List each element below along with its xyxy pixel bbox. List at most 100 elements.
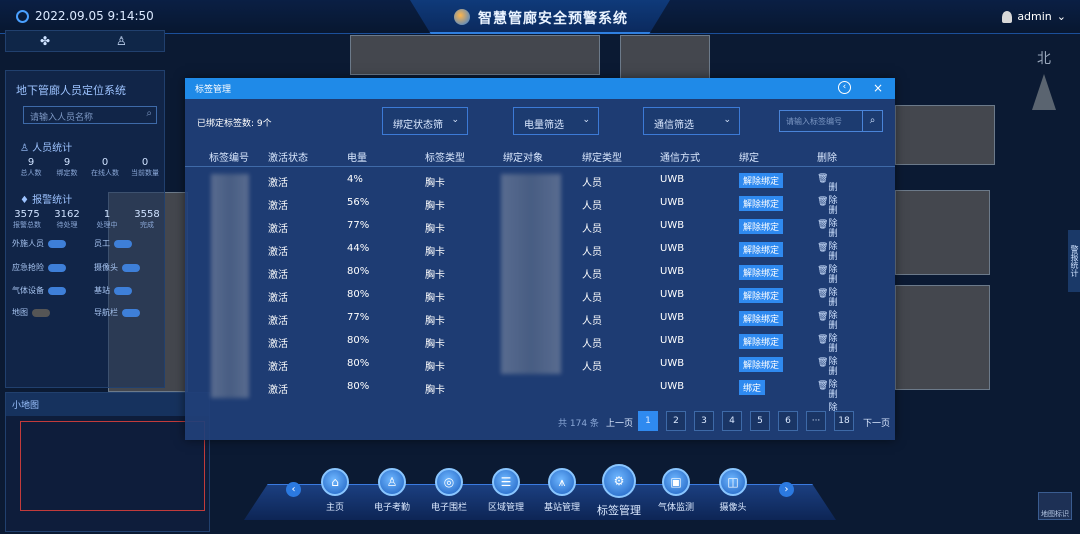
stat-current: 0 当前数量 xyxy=(131,157,159,177)
back-icon[interactable]: ‹ xyxy=(837,81,851,94)
table-row: 激活 4% 胸卡 人员 UWB 解除绑定 🗑 删除 xyxy=(268,173,838,206)
side-tab[interactable]: 警报统计 xyxy=(1068,230,1080,292)
toggle-switch[interactable] xyxy=(32,308,50,317)
dock-station[interactable]: ⩚ 基站管理 xyxy=(532,468,592,513)
comm-filter-select[interactable]: 通信筛选 ⌄ xyxy=(643,107,740,135)
dock-tag-management[interactable]: ⚙ 标签管理 xyxy=(589,464,649,518)
toggle-camera[interactable]: 摄像头 xyxy=(94,262,140,273)
next-page-button[interactable]: 下一页 xyxy=(863,416,890,429)
table-row: 激活 44% 胸卡 人员 UWB 解除绑定 🗑 删除 xyxy=(268,242,838,275)
toggle-switch[interactable] xyxy=(114,239,132,248)
dock-prev-icon[interactable]: ‹ xyxy=(286,482,301,497)
page-button[interactable]: 4 xyxy=(722,411,742,431)
user-menu[interactable]: admin ⌄ xyxy=(1002,10,1066,23)
unbind-button[interactable]: 解除绑定 xyxy=(739,173,784,188)
col-header-battery: 电量 xyxy=(347,153,367,164)
delete-button[interactable]: 🗑 删除 xyxy=(817,220,837,252)
unbind-button[interactable]: 解除绑定 xyxy=(739,288,784,303)
search-icon[interactable]: ⌕ xyxy=(862,111,882,131)
table-row: 激活 80% 胸卡 人员 UWB 解除绑定 🗑 删除 xyxy=(268,288,838,321)
delete-button[interactable]: 🗑 删除 xyxy=(817,358,837,390)
alarm-total: 3575 报警总数 xyxy=(13,209,41,229)
toggle-station[interactable]: 基站 xyxy=(94,285,132,296)
delete-button[interactable]: 🗑 删除 xyxy=(817,289,837,321)
prev-page-button[interactable]: 上一页 xyxy=(606,416,633,429)
unbind-button[interactable]: 解除绑定 xyxy=(739,311,784,326)
col-header-bind-type: 绑定类型 xyxy=(582,153,622,164)
delete-button[interactable]: 🗑 删除 xyxy=(817,174,837,206)
page-button[interactable]: 1 xyxy=(638,411,658,431)
toggle-staff[interactable]: 员工 xyxy=(94,238,132,249)
attendance-icon: ♙ xyxy=(378,468,406,496)
minimap-title: 小地图 xyxy=(6,393,209,416)
page-button[interactable]: 3 xyxy=(694,411,714,431)
fan-icon[interactable]: ✤ xyxy=(40,34,50,48)
unbind-button[interactable]: 解除绑定 xyxy=(739,219,784,234)
personnel-section-title: ♙ 人员统计 xyxy=(20,143,73,154)
chevron-down-icon: ⌄ xyxy=(582,115,590,125)
toggle-switch[interactable] xyxy=(48,263,66,272)
delete-button[interactable]: 🗑 删除 xyxy=(817,197,837,229)
left-top-tabs[interactable]: ✤ ♙ xyxy=(5,30,165,52)
minimap[interactable]: 小地图 xyxy=(5,392,210,532)
app-title: 智慧管廊安全预警系统 xyxy=(478,11,628,27)
toggle-navbar[interactable]: 导航栏 xyxy=(94,307,140,318)
delete-button[interactable]: 🗑 删除 xyxy=(817,335,837,367)
delete-button[interactable]: 🗑 删除 xyxy=(817,243,837,275)
toggle-switch[interactable] xyxy=(122,308,140,317)
page-button[interactable]: 6 xyxy=(778,411,798,431)
toggle-outsiders[interactable]: 外施人员 xyxy=(12,238,66,249)
toggle-map[interactable]: 地图 xyxy=(12,307,50,318)
dock-fence[interactable]: ◎ 电子围栏 xyxy=(419,468,479,513)
dock-next-icon[interactable]: › xyxy=(779,482,794,497)
fence-icon: ◎ xyxy=(435,468,463,496)
unbind-button[interactable]: 解除绑定 xyxy=(739,265,784,280)
left-panel: 地下管廊人员定位系统 请输入人员名称 ⌕ ♙ 人员统计 9 总人数 9 绑定数 0 在线… xyxy=(5,70,165,388)
chevron-down-icon: ⌄ xyxy=(1056,10,1066,23)
layers-icon: ☰ xyxy=(492,468,520,496)
pagination: 共 174 条 上一页 1 2 3 4 5 6 ··· 18 下一页 xyxy=(185,411,895,431)
page-button[interactable]: 5 xyxy=(750,411,770,431)
toggle-switch[interactable] xyxy=(114,286,132,295)
person-search-input[interactable]: 请输入人员名称 ⌕ xyxy=(23,106,157,124)
status-filter-select[interactable]: 绑定状态筛 ⌄ xyxy=(382,107,468,135)
bind-button[interactable]: 绑定 xyxy=(739,380,766,395)
dock-gas[interactable]: ▣ 气体监测 xyxy=(646,468,706,513)
battery-filter-select[interactable]: 电量筛选 ⌄ xyxy=(513,107,599,135)
alarm-done: 3558 完成 xyxy=(134,209,160,229)
datetime: 2022.09.05 9:14:50 xyxy=(16,9,154,23)
tag-search-input[interactable]: 请输入标签编号 ⌕ xyxy=(779,110,883,132)
map-legend-button[interactable]: 地图标识 xyxy=(1038,492,1072,520)
panel-title: 地下管廊人员定位系统 xyxy=(16,84,126,97)
clock-icon xyxy=(16,9,29,23)
table-row: 激活 80% 胸卡 人员 UWB 解除绑定 🗑 删除 xyxy=(268,357,838,390)
delete-button[interactable]: 🗑 删除 xyxy=(817,312,837,344)
table-row: 激活 80% 胸卡 人员 UWB 解除绑定 🗑 删除 xyxy=(268,265,838,298)
delete-button[interactable]: 🗑 删除 xyxy=(817,266,837,298)
toggle-switch[interactable] xyxy=(48,239,66,248)
table-row: 激活 77% 胸卡 人员 UWB 解除绑定 🗑 删除 xyxy=(268,311,838,344)
modal-header: 标签管理 ‹ × xyxy=(185,78,895,99)
stat-total: 9 总人数 xyxy=(20,157,42,177)
toggle-gas[interactable]: 气体设备 xyxy=(12,285,66,296)
page-ellipsis[interactable]: ··· xyxy=(806,411,826,431)
toggle-switch[interactable] xyxy=(48,286,66,295)
unbind-button[interactable]: 解除绑定 xyxy=(739,357,784,372)
toggle-emergency[interactable]: 应急抢险 xyxy=(12,262,66,273)
dock-area[interactable]: ☰ 区域管理 xyxy=(476,468,536,513)
toggle-switch[interactable] xyxy=(122,263,140,272)
page-button[interactable]: 18 xyxy=(834,411,854,431)
antenna-icon: ⩚ xyxy=(548,468,576,496)
search-icon[interactable]: ⌕ xyxy=(146,108,152,119)
home-icon: ⌂ xyxy=(321,468,349,496)
dock-camera[interactable]: ◫ 摄像头 xyxy=(703,468,763,513)
close-icon[interactable]: × xyxy=(873,81,883,95)
unbind-button[interactable]: 解除绑定 xyxy=(739,334,784,349)
page-button[interactable]: 2 xyxy=(666,411,686,431)
unbind-button[interactable]: 解除绑定 xyxy=(739,242,784,257)
person-icon[interactable]: ♙ xyxy=(116,34,127,48)
dock-home[interactable]: ⌂ 主页 xyxy=(305,468,365,513)
delete-button[interactable]: 🗑 删除 xyxy=(817,381,837,413)
dock-attendance[interactable]: ♙ 电子考勤 xyxy=(362,468,422,513)
unbind-button[interactable]: 解除绑定 xyxy=(739,196,784,211)
